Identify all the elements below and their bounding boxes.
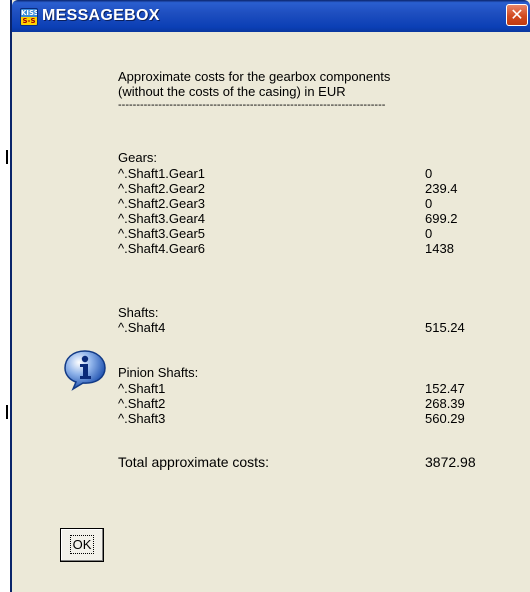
title-bar[interactable]: KISS S-S MESSAGEBOX ✕	[12, 0, 530, 32]
messagebox-window: KISS S-S MESSAGEBOX ✕ Approximate costs …	[10, 0, 530, 592]
list-item: ^.Shaft1.Gear1	[118, 166, 206, 181]
list-item-value: 515.24	[425, 320, 465, 335]
list-item-value: 0	[425, 166, 433, 181]
kiss-app-icon: KISS S-S	[20, 8, 38, 26]
pinion-shafts-label: Pinion Shafts:	[118, 365, 199, 380]
left-edge-mark	[6, 405, 8, 419]
list-item: ^.Shaft4.Gear6	[118, 241, 206, 256]
total-value: 3872.98	[425, 454, 476, 470]
list-item: ^.Shaft2.Gear3	[118, 196, 206, 211]
list-item: ^.Shaft1	[118, 381, 166, 396]
total-label: Total approximate costs:	[118, 454, 269, 470]
list-item: ^.Shaft3.Gear5	[118, 226, 206, 241]
message-heading-line1: Approximate costs for the gearbox compon…	[118, 69, 391, 84]
shafts-label: Shafts:	[118, 305, 159, 320]
list-item-value: 152.47	[425, 381, 465, 396]
list-item-value: 268.39	[425, 396, 465, 411]
list-item: ^.Shaft2.Gear2	[118, 181, 206, 196]
list-item-value: 699.2	[425, 211, 458, 226]
close-icon: ✕	[510, 5, 524, 24]
list-item: ^.Shaft3	[118, 411, 166, 426]
list-item-value: 560.29	[425, 411, 465, 426]
list-item: ^.Shaft4	[118, 320, 166, 335]
close-button[interactable]: ✕	[506, 4, 528, 26]
list-item: ^.Shaft3.Gear4	[118, 211, 206, 226]
gears-label: Gears:	[118, 150, 158, 165]
list-item: ^.Shaft2	[118, 396, 166, 411]
list-item-value: 0	[425, 226, 433, 241]
message-heading-line2: (without the costs of the casing) in EUR	[118, 84, 346, 99]
separator-line: ----------------------------------------…	[118, 99, 386, 111]
ok-button[interactable]: OK	[60, 528, 104, 562]
list-item-value: 239.4	[425, 181, 458, 196]
ok-button-label: OK	[69, 535, 95, 554]
window-title: MESSAGEBOX	[42, 7, 160, 24]
left-edge-mark	[6, 150, 8, 164]
info-icon	[64, 350, 106, 391]
list-item-value: 0	[425, 196, 433, 211]
list-item-value: 1438	[425, 241, 454, 256]
